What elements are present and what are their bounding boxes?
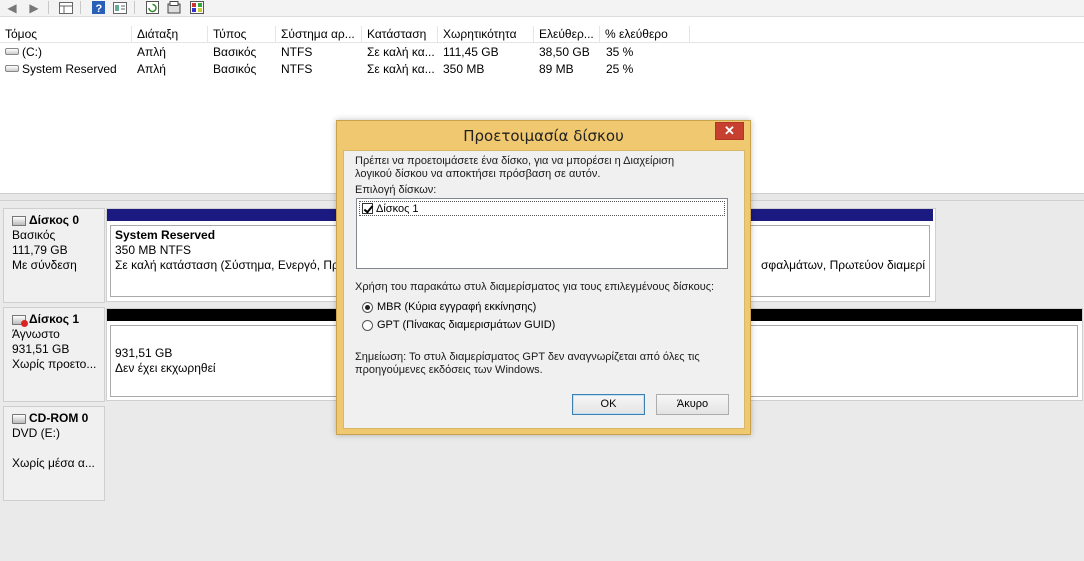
disk-name-text: Δίσκος 1 (29, 312, 80, 326)
list-item[interactable]: Δίσκος 1 (359, 201, 725, 216)
refresh-icon[interactable] (144, 0, 160, 15)
column-header-status[interactable]: Κατάσταση (362, 26, 438, 43)
disk-state: Χωρίς προετο... (12, 357, 97, 371)
column-header-volume[interactable]: Τόμος (0, 26, 132, 43)
volume-cell: System Reserved (5, 61, 130, 78)
dialog-body: Πρέπει να προετοιμάσετε ένα δίσκο, για ν… (343, 150, 745, 429)
disk-name-text: CD-ROM 0 (29, 411, 89, 425)
table-header: Τόμος Διάταξη Τύπος Σύστημα αρ... Κατάστ… (0, 26, 1084, 43)
intro-text-line2: λογικού δίσκου να αποκτήσει πρόσβαση σε … (355, 168, 601, 180)
select-disks-label: Επιλογή δίσκων: (355, 184, 437, 196)
free-cell: 38,50 GB (539, 45, 590, 59)
disk-size: 111,79 GB (12, 243, 68, 257)
cdrom-0-label[interactable]: CD-ROM 0 DVD (E:) Χωρίς μέσα α... (3, 406, 105, 501)
table-row[interactable]: System Reserved Απλή Βασικός NTFS Σε καλ… (0, 61, 1084, 78)
dialog-title: Προετοιμασία δίσκου (463, 127, 624, 145)
disk-state: Με σύνδεση (12, 258, 77, 272)
help-icon[interactable]: ? (90, 0, 106, 15)
view-list-icon[interactable] (112, 0, 128, 15)
capacity-cell: 111,45 GB (443, 45, 499, 59)
column-header-percent-free[interactable]: % ελεύθερο (600, 26, 690, 43)
disk-settings-icon[interactable] (189, 0, 205, 15)
volume-name: System Reserved (22, 62, 117, 76)
mbr-option[interactable]: MBR (Κύρια εγγραφή εκκίνησης) (362, 301, 536, 313)
type-cell: Βασικός (213, 62, 257, 76)
forward-arrow-icon[interactable]: ▶ (26, 0, 42, 15)
initialize-disk-dialog: Προετοιμασία δίσκου ✕ Πρέπει να προετοιμ… (336, 120, 751, 435)
filesystem-cell: NTFS (281, 62, 313, 76)
back-arrow-icon[interactable]: ◀ (4, 0, 20, 15)
toolbar-separator (48, 1, 49, 14)
column-header-free[interactable]: Ελεύθερ... (534, 26, 600, 43)
disk-error-icon (12, 314, 28, 327)
column-header-layout[interactable]: Διάταξη (132, 26, 208, 43)
drive-icon (5, 48, 19, 56)
layout-cell: Απλή (137, 62, 166, 76)
disk-item-label: Δίσκος 1 (376, 202, 419, 215)
volume-name: (C:) (22, 45, 42, 59)
gpt-radio[interactable] (362, 319, 373, 331)
layout-cell: Απλή (137, 45, 166, 59)
disk-icon (12, 215, 26, 226)
cdrom-icon (12, 413, 26, 424)
disk-0-name: Δίσκος 0 (12, 213, 104, 228)
svg-text:?: ? (95, 3, 102, 14)
disk-kind: Βασικός (12, 228, 56, 242)
toolbar-separator (80, 1, 81, 14)
partition-style-label: Χρήση του παρακάτω στυλ διαμερίσματος γι… (355, 281, 715, 293)
disk-listbox[interactable]: Δίσκος 1 (356, 198, 728, 269)
filesystem-cell: NTFS (281, 45, 313, 59)
cancel-button[interactable]: Άκυρο (656, 394, 729, 415)
table-row[interactable]: (C:) Απλή Βασικός NTFS Σε καλή κα... 111… (0, 44, 1084, 61)
mbr-radio[interactable] (362, 301, 373, 313)
volume-cell: (C:) (5, 44, 130, 61)
toolbar: ◀ ▶ ? (0, 0, 1084, 17)
note-text-line1: Σημείωση: Το στυλ διαμερίσματος GPT δεν … (355, 351, 700, 363)
disk-kind: DVD (E:) (12, 426, 60, 440)
disk-size: 931,51 GB (12, 342, 70, 356)
close-button[interactable]: ✕ (715, 122, 744, 140)
column-header-capacity[interactable]: Χωρητικότητα (438, 26, 534, 43)
disk-kind: Άγνωστο (12, 327, 60, 341)
note-text-line2: προηγούμενες εκδόσεις των Windows. (355, 364, 543, 376)
column-header-type[interactable]: Τύπος (208, 26, 276, 43)
ok-button[interactable]: OK (572, 394, 645, 415)
drive-icon (5, 65, 19, 73)
partition-status: σφαλμάτων, Πρωτεύον διαμερί (761, 258, 925, 272)
column-header-filesystem[interactable]: Σύστημα αρ... (276, 26, 362, 43)
status-cell: Σε καλή κα... (367, 45, 435, 59)
disk-1-name: Δίσκος 1 (12, 312, 104, 327)
view-icon[interactable] (58, 0, 74, 15)
percent-free-cell: 35 % (606, 45, 634, 59)
disk-state: Χωρίς μέσα α... (12, 456, 95, 470)
disk-0-label[interactable]: Δίσκος 0 Βασικός 111,79 GB Με σύνδεση (3, 208, 105, 303)
type-cell: Βασικός (213, 45, 257, 59)
gpt-option[interactable]: GPT (Πίνακας διαμερισμάτων GUID) (362, 319, 555, 331)
intro-text-line1: Πρέπει να προετοιμάσετε ένα δίσκο, για ν… (355, 155, 675, 167)
capacity-cell: 350 MB (443, 62, 485, 76)
disk-name-text: Δίσκος 0 (29, 213, 80, 227)
toolbar-separator (134, 1, 135, 14)
percent-free-cell: 25 % (606, 62, 634, 76)
mbr-label: MBR (Κύρια εγγραφή εκκίνησης) (377, 301, 537, 313)
status-cell: Σε καλή κα... (367, 62, 435, 76)
gpt-label: GPT (Πίνακας διαμερισμάτων GUID) (377, 319, 556, 331)
properties-icon[interactable] (166, 0, 182, 15)
free-cell: 89 MB (539, 62, 574, 76)
disk-checkbox[interactable] (362, 203, 373, 214)
disk-1-label[interactable]: Δίσκος 1 Άγνωστο 931,51 GB Χωρίς προετο.… (3, 307, 105, 402)
cdrom-0-name: CD-ROM 0 (12, 411, 104, 426)
